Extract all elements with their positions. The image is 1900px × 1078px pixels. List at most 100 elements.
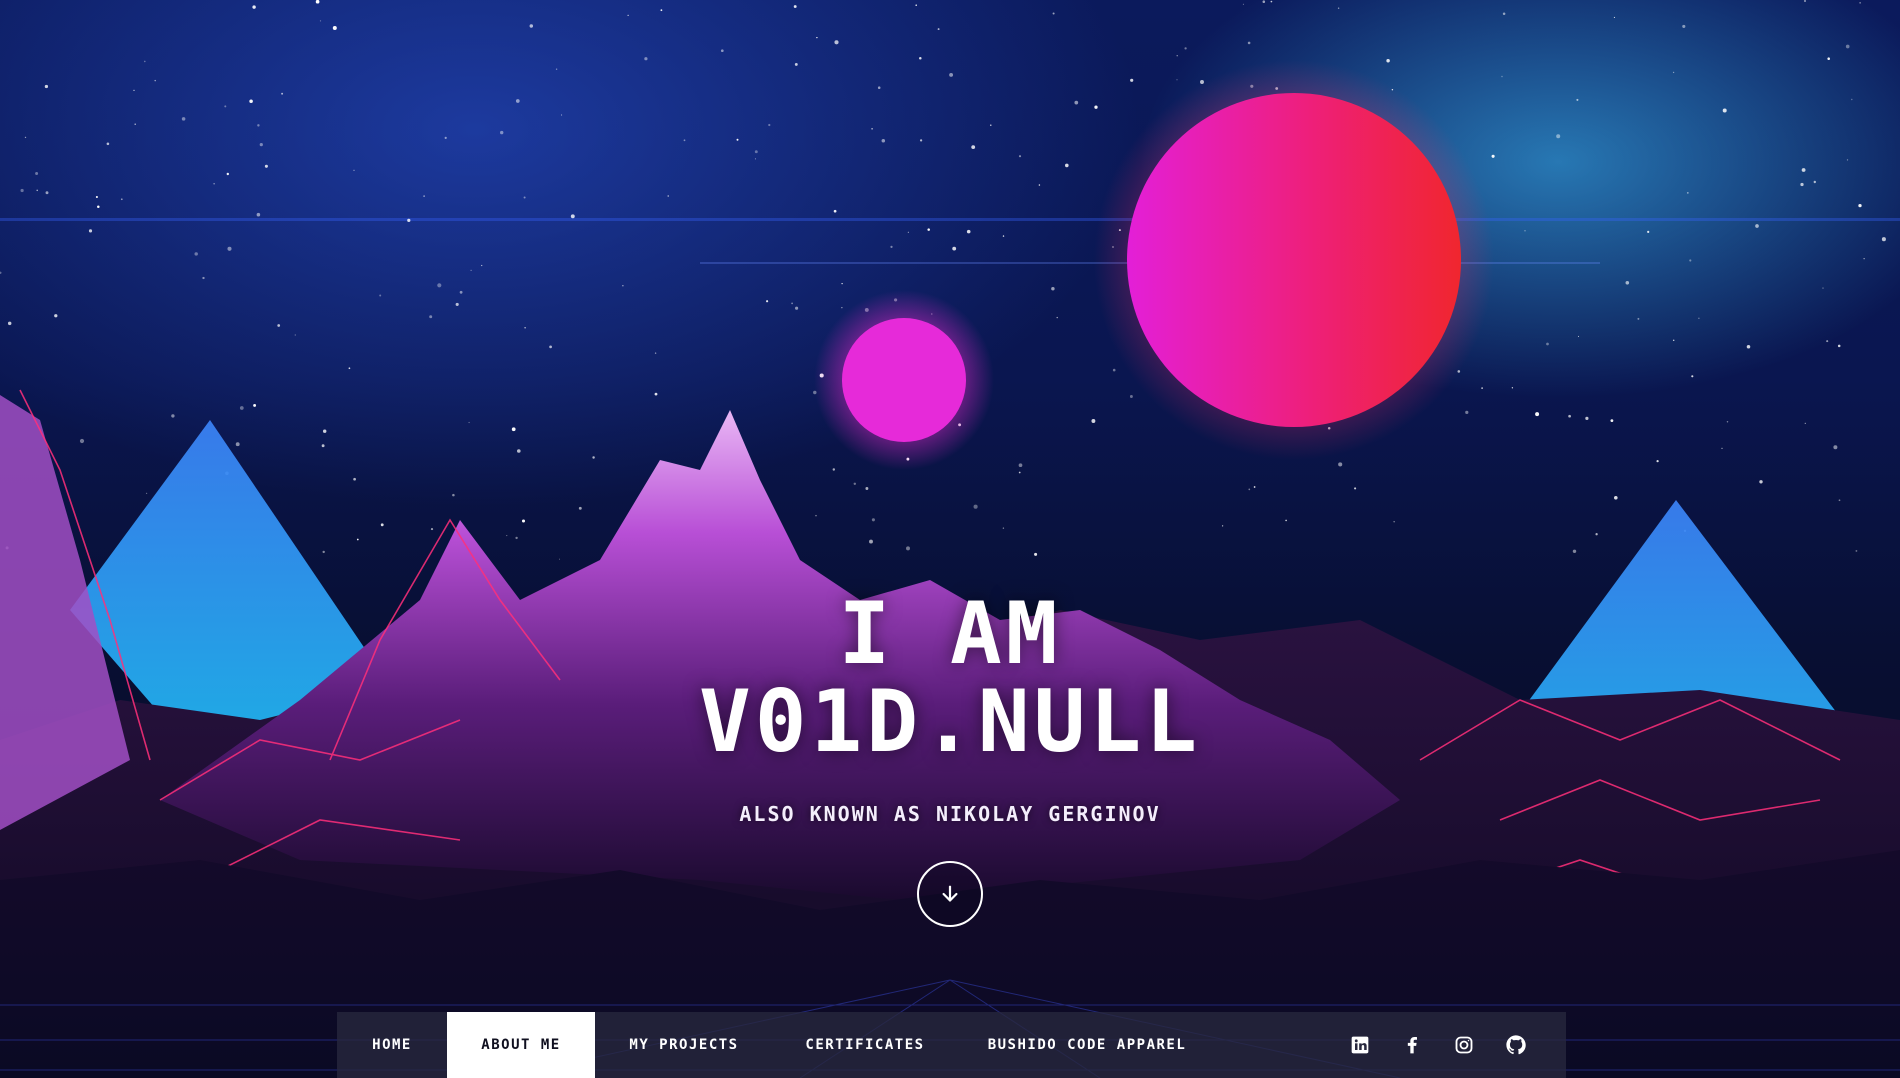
star — [832, 468, 836, 471]
star — [97, 205, 100, 208]
nav-item-home[interactable]: HOME — [337, 1012, 447, 1078]
star — [578, 506, 582, 510]
star — [256, 212, 261, 217]
star — [766, 300, 769, 303]
nav-item-bushido-code-apparel[interactable]: BUSHIDO CODE APPAREL — [957, 1012, 1217, 1078]
star — [841, 282, 843, 285]
star — [1074, 100, 1079, 105]
nav-item-my-projects[interactable]: MY PROJECTS — [595, 1012, 773, 1078]
star — [515, 99, 520, 103]
star — [570, 214, 575, 219]
star — [517, 449, 521, 453]
star — [558, 558, 561, 560]
star — [1801, 168, 1806, 172]
star — [1803, 0, 1807, 3]
star — [1838, 499, 1841, 502]
github-link[interactable] — [1504, 1033, 1528, 1057]
star — [1065, 163, 1069, 168]
linkedin-link[interactable] — [1348, 1033, 1372, 1057]
star — [253, 403, 257, 407]
star — [1833, 445, 1838, 450]
star — [459, 290, 463, 294]
star — [315, 0, 320, 4]
star — [871, 127, 873, 130]
star — [973, 504, 978, 509]
instagram-link[interactable] — [1452, 1033, 1476, 1057]
star — [890, 245, 893, 249]
star — [1465, 410, 1469, 415]
star — [529, 24, 534, 28]
star — [1511, 387, 1514, 389]
star — [144, 60, 146, 63]
star — [134, 123, 136, 125]
star — [35, 172, 39, 175]
star — [794, 62, 798, 66]
star — [1535, 412, 1540, 417]
star — [1755, 224, 1759, 228]
scroll-down-button[interactable] — [917, 861, 983, 927]
star — [907, 231, 909, 233]
star — [235, 442, 240, 447]
star — [452, 493, 455, 497]
star — [524, 327, 526, 329]
star — [1337, 7, 1340, 9]
star — [795, 306, 799, 310]
star — [1585, 416, 1589, 420]
star — [816, 36, 818, 39]
star — [380, 523, 384, 527]
star — [379, 294, 382, 297]
star — [793, 5, 797, 8]
star — [145, 492, 148, 495]
star — [1845, 44, 1850, 49]
star — [515, 536, 518, 540]
star — [1176, 55, 1178, 57]
star — [24, 136, 27, 139]
star — [853, 482, 857, 486]
star — [1038, 184, 1041, 186]
star — [1034, 552, 1038, 556]
star — [1556, 134, 1561, 139]
star — [54, 314, 58, 318]
nav-item-certificates[interactable]: CERTIFICATES — [773, 1012, 957, 1078]
star — [444, 136, 447, 139]
star — [1625, 281, 1630, 285]
star — [833, 209, 837, 213]
star — [1837, 344, 1841, 348]
star — [1851, 98, 1853, 101]
hero-title-line1: I AM — [838, 584, 1062, 684]
star — [239, 406, 244, 410]
star — [1546, 342, 1549, 346]
star — [1524, 230, 1526, 232]
star — [194, 252, 198, 256]
star — [468, 421, 470, 424]
nav-item-about-me[interactable]: ABOUT ME — [447, 1012, 595, 1078]
star — [1858, 203, 1862, 208]
star — [1759, 480, 1763, 484]
star — [971, 145, 976, 150]
star — [20, 188, 24, 193]
star — [95, 195, 98, 199]
star — [79, 438, 85, 444]
star — [869, 539, 873, 544]
star — [1637, 317, 1640, 320]
nav-item-label: ABOUT ME — [481, 1037, 561, 1053]
star — [1002, 235, 1005, 237]
star — [1354, 487, 1357, 490]
star — [949, 72, 954, 77]
star — [264, 164, 268, 168]
star — [332, 26, 337, 30]
star — [500, 130, 504, 135]
star — [259, 143, 263, 147]
facebook-link[interactable] — [1400, 1033, 1424, 1057]
star — [622, 285, 624, 287]
star — [754, 158, 756, 160]
star — [1091, 419, 1096, 423]
star — [1672, 71, 1675, 74]
star — [871, 518, 875, 522]
arrow-down-icon — [942, 885, 958, 902]
star — [877, 86, 881, 89]
star — [990, 124, 992, 126]
star — [1813, 180, 1817, 184]
star — [348, 367, 351, 370]
star — [1481, 387, 1483, 389]
